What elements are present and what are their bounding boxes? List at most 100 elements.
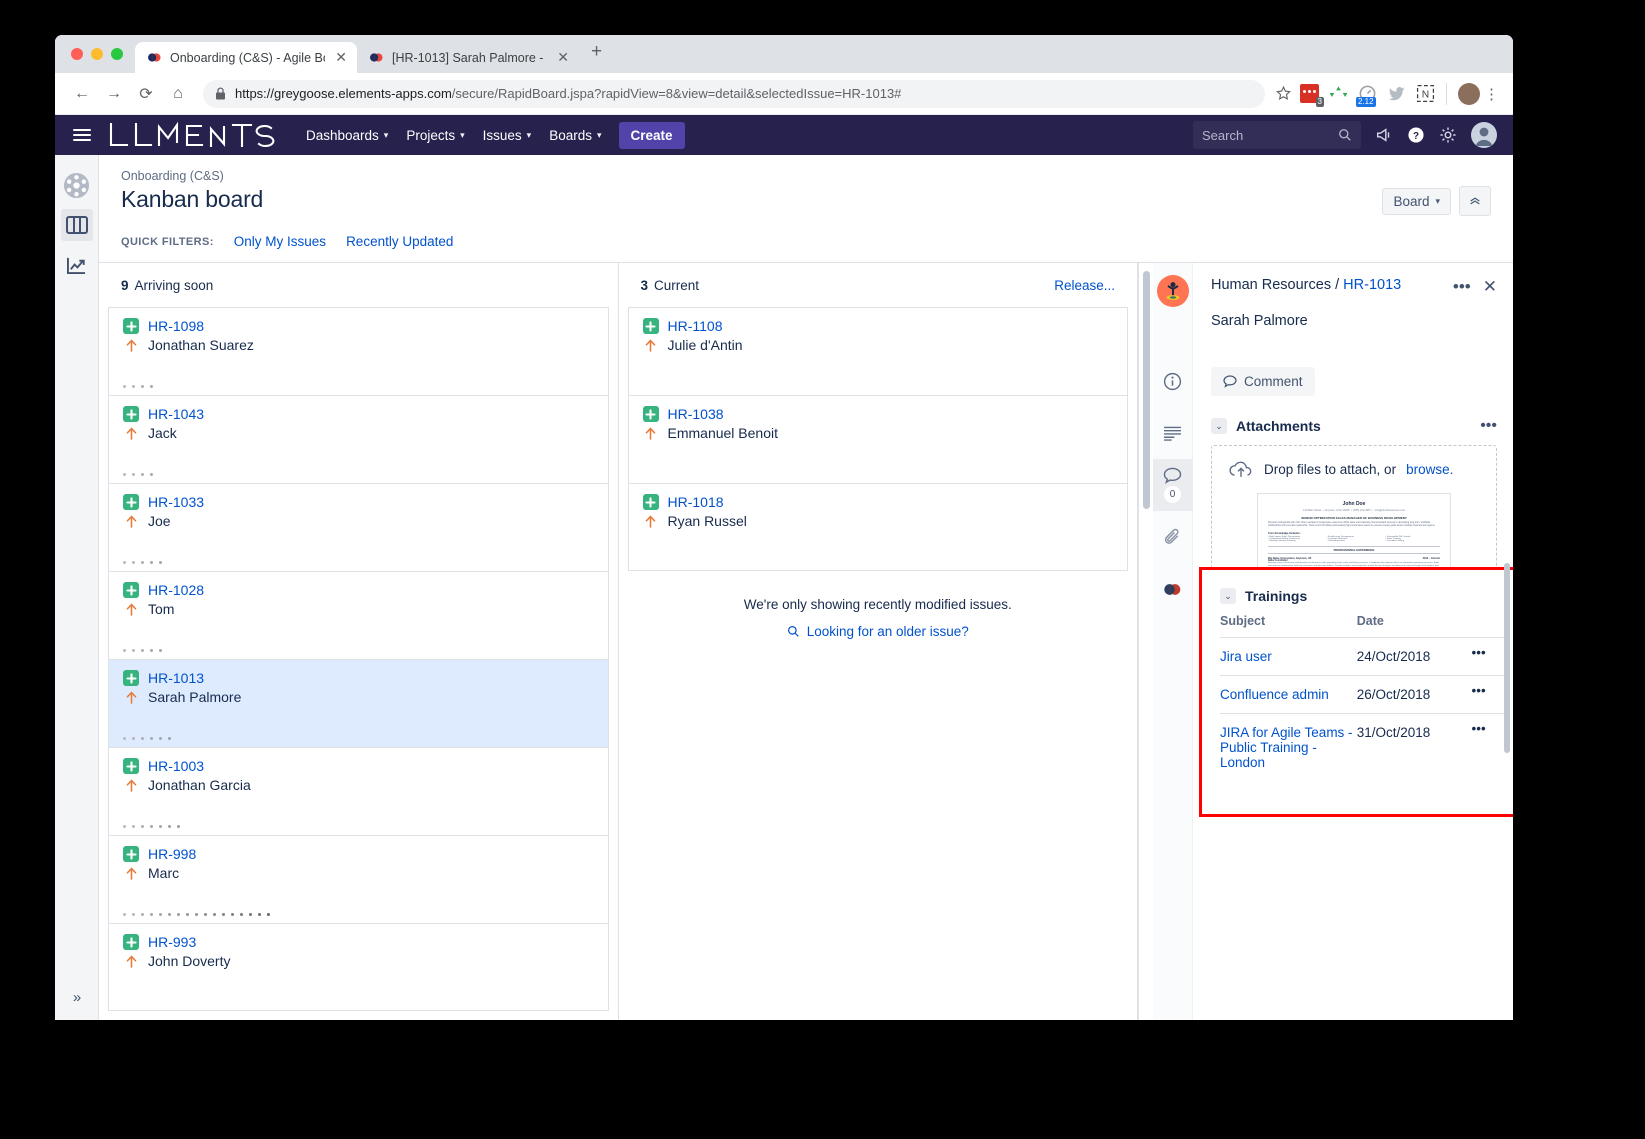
address-bar[interactable]: https://greygoose.elements-apps.com/secu… <box>203 80 1265 108</box>
task-type-icon <box>643 318 659 334</box>
card-issue-key[interactable]: HR-1018 <box>668 494 724 510</box>
training-row-kebab-icon[interactable]: ••• <box>1472 638 1506 676</box>
quick-filter-recently-updated[interactable]: Recently Updated <box>346 234 453 249</box>
board-view-selector[interactable]: Board ▾ <box>1382 188 1451 215</box>
user-avatar[interactable] <box>1471 122 1497 148</box>
create-button[interactable]: Create <box>619 122 685 149</box>
card-issue-key[interactable]: HR-1028 <box>148 582 204 598</box>
detail-tab-description[interactable] <box>1153 407 1193 459</box>
mail-extension-icon[interactable]: 3 <box>1300 84 1319 103</box>
card-issue-key[interactable]: HR-1098 <box>148 318 204 334</box>
board-card[interactable]: HR-998Marc <box>108 835 609 923</box>
quick-filter-only-my-issues[interactable]: Only My Issues <box>234 234 326 249</box>
browser-tab-1[interactable]: Onboarding (C&S) - Agile Boar ✕ <box>135 42 357 73</box>
paperclip-icon <box>1163 528 1182 547</box>
detail-tab-elements-app[interactable] <box>1153 563 1193 615</box>
training-subject-link[interactable]: JIRA for Agile Teams - Public Training -… <box>1220 725 1353 770</box>
board-card[interactable]: HR-1003Jonathan Garcia <box>108 747 609 835</box>
chrome-menu-icon[interactable]: ⋮ <box>1482 85 1501 103</box>
collapse-header-button[interactable] <box>1459 186 1491 216</box>
training-row-kebab-icon[interactable]: ••• <box>1472 714 1506 782</box>
elements-logo[interactable] <box>107 120 275 150</box>
sidebar-item-project-overview[interactable] <box>61 169 93 201</box>
board-card[interactable]: HR-1033Joe <box>108 483 609 571</box>
release-button[interactable]: Release... <box>1054 278 1115 293</box>
issue-key-link[interactable]: HR-1013 <box>1343 277 1401 293</box>
training-subject-link[interactable]: Confluence admin <box>1220 687 1329 702</box>
recycle-extension-icon[interactable] <box>1329 84 1348 103</box>
training-row-kebab-icon[interactable]: ••• <box>1472 676 1506 714</box>
attachments-kebab-icon[interactable]: ••• <box>1480 422 1497 430</box>
trainings-column-actions <box>1472 614 1506 638</box>
detail-tab-attachments[interactable] <box>1153 511 1193 563</box>
close-detail-icon[interactable]: ✕ <box>1483 277 1497 297</box>
card-issue-key[interactable]: HR-1003 <box>148 758 204 774</box>
minimize-window-button[interactable] <box>91 48 103 60</box>
thumbnail-name: John Doe <box>1268 501 1440 507</box>
nav-item-boards[interactable]: Boards ▾ <box>540 122 610 149</box>
browser-tab-2-close-icon[interactable]: ✕ <box>557 49 569 66</box>
nav-item-issues[interactable]: Issues ▾ <box>474 122 541 149</box>
nav-item-dashboards[interactable]: Dashboards ▾ <box>297 122 397 149</box>
settings-gear-icon[interactable] <box>1439 126 1457 144</box>
twitter-extension-icon[interactable] <box>1387 84 1406 103</box>
board-scrollbar[interactable] <box>1139 263 1153 1020</box>
mail-badge-count: 3 <box>1316 97 1324 107</box>
table-row: Jira user24/Oct/2018••• <box>1220 638 1506 676</box>
chrome-profile-avatar[interactable] <box>1458 83 1480 105</box>
close-window-button[interactable] <box>71 48 83 60</box>
detail-tab-comments[interactable]: 0 <box>1153 459 1193 511</box>
board-card[interactable]: HR-993John Doverty <box>108 923 609 1011</box>
nav-item-boards-label: Boards <box>549 128 592 143</box>
global-search-input[interactable]: Search <box>1193 121 1361 149</box>
sidebar-item-reports[interactable] <box>61 249 93 281</box>
breadcrumb[interactable]: Onboarding (C&S) <box>121 169 1491 183</box>
board-card[interactable]: HR-1043Jack <box>108 395 609 483</box>
comment-button-label: Comment <box>1244 374 1303 389</box>
board-card[interactable]: HR-1013Sarah Palmore <box>108 659 609 747</box>
pocket-extension-icon[interactable]: 2.12 <box>1358 84 1377 103</box>
card-issue-key[interactable]: HR-1043 <box>148 406 204 422</box>
window-traffic-lights[interactable] <box>67 35 135 73</box>
card-issue-key[interactable]: HR-998 <box>148 846 196 862</box>
comment-button[interactable]: Comment <box>1211 367 1315 396</box>
sidebar-item-board[interactable] <box>61 209 93 241</box>
help-icon[interactable]: ? <box>1407 126 1425 144</box>
training-subject-link[interactable]: Jira user <box>1220 649 1272 664</box>
board-card[interactable]: HR-1018Ryan Russel <box>628 483 1129 571</box>
announcements-megaphone-icon[interactable] <box>1375 126 1393 144</box>
new-tab-button[interactable]: + <box>579 41 614 67</box>
board-scrollbar-thumb[interactable] <box>1143 271 1150 509</box>
board-card[interactable]: HR-1098Jonathan Suarez <box>108 307 609 395</box>
forward-button[interactable]: → <box>99 79 129 109</box>
board-card[interactable]: HR-1108Julie d'Antin <box>628 307 1129 395</box>
bookmark-star-icon[interactable] <box>1275 85 1292 102</box>
task-type-icon <box>123 318 139 334</box>
card-issue-key[interactable]: HR-993 <box>148 934 196 950</box>
card-issue-key[interactable]: HR-1108 <box>668 318 723 334</box>
evernote-extension-icon[interactable]: N <box>1416 84 1435 103</box>
home-button[interactable]: ⌂ <box>163 79 193 109</box>
browser-tab-2[interactable]: [HR-1013] Sarah Palmore - Gre ✕ <box>357 42 579 73</box>
expand-sidebar-button[interactable]: » <box>55 989 99 1006</box>
card-issue-key[interactable]: HR-1038 <box>668 406 724 422</box>
nav-item-projects[interactable]: Projects ▾ <box>397 122 473 149</box>
detail-panel-scrollbar-thumb[interactable] <box>1504 563 1510 753</box>
chevron-down-icon[interactable]: ⌄ <box>1220 588 1236 604</box>
chevron-down-icon[interactable]: ⌄ <box>1211 418 1227 434</box>
app-switcher-icon[interactable] <box>73 129 91 141</box>
board-card[interactable]: HR-1028Tom <box>108 571 609 659</box>
reports-icon <box>66 256 87 275</box>
browser-tab-1-close-icon[interactable]: ✕ <box>335 49 347 66</box>
issue-actions-kebab-icon[interactable]: ••• <box>1453 282 1471 292</box>
issue-project-name[interactable]: Human Resources <box>1211 277 1331 293</box>
maximize-window-button[interactable] <box>111 48 123 60</box>
older-issue-link[interactable]: Looking for an older issue? <box>627 612 1130 639</box>
board-card[interactable]: HR-1038Emmanuel Benoit <box>628 395 1129 483</box>
card-issue-key[interactable]: HR-1033 <box>148 494 204 510</box>
back-button[interactable]: ← <box>67 79 97 109</box>
detail-tab-info[interactable] <box>1153 355 1193 407</box>
card-issue-key[interactable]: HR-1013 <box>148 670 204 686</box>
browse-files-link[interactable]: browse. <box>1406 462 1453 477</box>
reload-button[interactable]: ⟳ <box>131 79 161 109</box>
